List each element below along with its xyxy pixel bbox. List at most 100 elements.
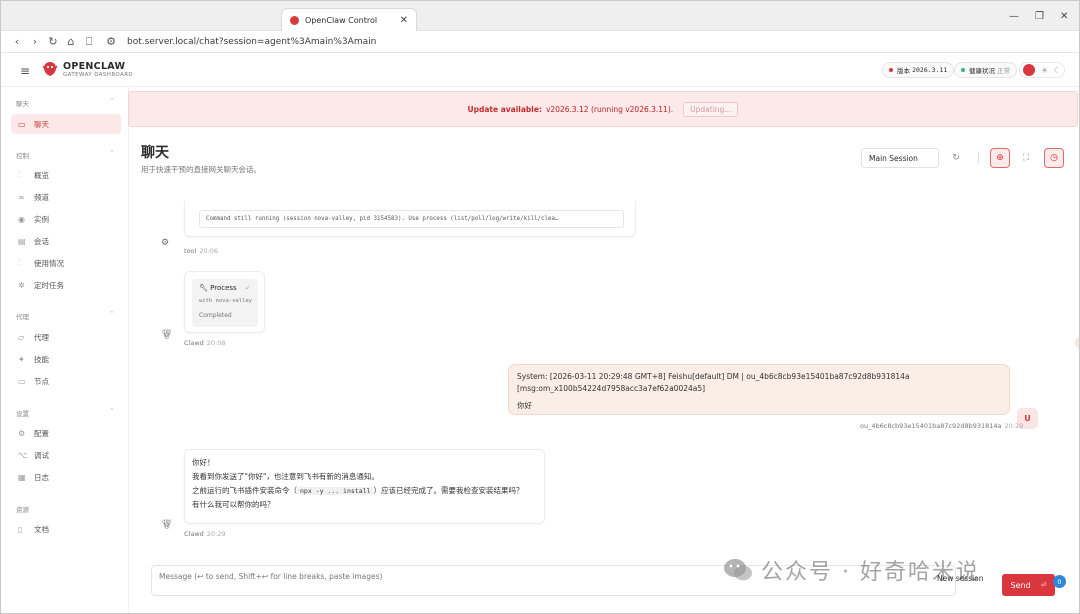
process-meta: Clawd 20:08 <box>184 339 226 347</box>
refresh-icon[interactable]: ↻ <box>946 148 966 168</box>
browser-tab[interactable]: OpenClaw Control ✕ <box>281 8 417 31</box>
sidebar-item-agents[interactable]: ▱ 代理 <box>11 327 121 347</box>
wechat-logo-icon <box>724 559 752 581</box>
link-icon: ∞ <box>18 192 25 202</box>
health-dot-icon <box>961 68 965 72</box>
browser-window: OpenClaw Control ✕ — ❐ ✕ ‹ › ↻ ⌂ ⎕ ⚙ bot… <box>0 0 1080 614</box>
section-control: 控制 <box>16 152 29 160</box>
sidebar-item-label: 聊天 <box>34 119 49 129</box>
tool-output: Command still running (session nova-vall… <box>199 210 624 228</box>
session-select[interactable]: Main Session <box>861 148 939 168</box>
health-label: 健康状况 <box>969 67 995 75</box>
document-icon: ▤ <box>18 236 26 246</box>
toolbar-divider <box>978 152 979 164</box>
site-settings-icon[interactable]: ⚙ <box>103 35 119 48</box>
restore-button[interactable]: ❐ <box>1035 11 1044 22</box>
sidebar-item-nodes[interactable]: ▭ 节点 <box>11 371 121 391</box>
sidebar-item-instances[interactable]: ◉ 实例 <box>11 209 121 229</box>
health-pill: 健康状况 正常 <box>954 62 1018 78</box>
home-icon[interactable]: ⌂ <box>63 35 79 48</box>
back-icon[interactable]: ‹ <box>9 35 25 48</box>
message-time: 20:29 <box>1004 422 1024 430</box>
chevron-up-icon[interactable]: ⌃ <box>109 310 115 318</box>
assistant-meta: Clawd 20:29 <box>184 530 226 538</box>
focus-mode-icon[interactable]: ⛶ <box>1016 148 1036 168</box>
wrench-icon: 🔧︎ <box>199 284 208 292</box>
sun-icon[interactable]: ☀ <box>1041 66 1048 75</box>
sidebar-item-cron[interactable]: ✲ 定时任务 <box>11 275 121 295</box>
process-status: Completed <box>199 312 232 319</box>
assistant-message: 你好！ 我看到你发送了"你好"，也注意到飞书有新的消息通知。 之前运行的飞书插件… <box>184 449 545 524</box>
sidebar-item-sessions[interactable]: ▤ 会话 <box>11 231 121 251</box>
moon-icon[interactable]: ☾ <box>1054 66 1061 75</box>
sidebar-item-overview[interactable]: ⫶ 概览 <box>11 165 121 185</box>
sidebar-item-label: 配置 <box>34 428 49 438</box>
sidebar-item-label: 节点 <box>34 376 49 386</box>
close-window-button[interactable]: ✕ <box>1060 11 1068 22</box>
sidebar-item-usage[interactable]: ⫶ 使用情况 <box>11 253 121 273</box>
url-text[interactable]: bot.server.local/chat?session=agent%3Ama… <box>127 37 376 47</box>
sidebar-item-skills[interactable]: ✦ 技能 <box>11 349 121 369</box>
thinking-toggle-icon[interactable]: ⊕ <box>990 148 1010 168</box>
gear-icon: ⚙ <box>18 428 26 438</box>
brand-name: OPENCLAW <box>63 61 126 72</box>
enter-key-icon: ⏎ <box>1040 581 1047 589</box>
assistant-line: 你好！ <box>192 458 215 467</box>
sidebar-item-debug[interactable]: ⌥ 调试 <box>11 445 121 465</box>
folder-icon: ▱ <box>18 332 25 342</box>
chevron-up-icon[interactable]: ⌃ <box>109 97 115 105</box>
tool-message: Command still running (session nova-vall… <box>184 201 636 237</box>
section-agents: 代理 <box>16 313 29 321</box>
forward-icon[interactable]: › <box>27 35 43 48</box>
spinner-icon: ✲ <box>18 280 25 290</box>
address-bar: ‹ › ↻ ⌂ ⎕ ⚙ bot.server.local/chat?sessio… <box>1 31 1079 53</box>
history-icon[interactable]: ◷ <box>1044 148 1064 168</box>
sidebar-item-logs[interactable]: ▦ 日志 <box>11 467 121 487</box>
theme-system-icon[interactable] <box>1022 64 1035 76</box>
message-author: Clawd <box>184 530 204 538</box>
sidebar-item-label: 实例 <box>34 214 49 224</box>
reload-icon[interactable]: ↻ <box>45 35 61 48</box>
sidebar-item-config[interactable]: ⚙ 配置 <box>11 423 121 443</box>
tab-title: OpenClaw Control <box>305 15 378 25</box>
page-subtitle: 用于快速干预的直接网关聊天会话。 <box>141 165 261 174</box>
chevron-up-icon[interactable]: ⌃ <box>109 149 115 157</box>
theme-toggle[interactable]: ☀ ☾ <box>1019 62 1065 78</box>
user-line: 你好 <box>517 401 532 410</box>
updating-button[interactable]: Updating... <box>683 101 739 117</box>
version-value: 2026.3.11 <box>912 66 948 74</box>
claw-avatar-icon: 🦞︎ <box>161 330 173 340</box>
message-author: tool <box>184 247 197 255</box>
sidebar: 聊天 ⌃ ▭ 聊天 控制 ⌃ ⫶ 概览 ∞ 频道 ◉ 实例 ▤ 会话 ⫶ 使用情… <box>1 87 129 613</box>
menu-icon[interactable]: ≡ <box>20 64 30 78</box>
new-session-button[interactable]: New session <box>937 574 984 583</box>
update-title: Update available: <box>467 104 542 114</box>
tab-close-icon[interactable]: ✕ <box>400 15 408 26</box>
book-icon: ▯ <box>18 524 23 534</box>
sidebar-item-label: 定时任务 <box>34 280 64 290</box>
side-scroll-handle[interactable] <box>1075 337 1079 349</box>
sidebar-item-docs[interactable]: ▯ 文档 <box>11 519 121 539</box>
assistant-line: 之前运行的飞书插件安装命令（ npx -y ... install ）应该已经完成了… <box>192 484 537 498</box>
sidebar-item-label: 会话 <box>34 236 49 246</box>
sidebar-item-label: 文档 <box>34 524 49 534</box>
send-button[interactable]: Send ⏎ <box>1002 574 1055 596</box>
process-tool-result[interactable]: 🔧︎ Process ✓ with nova-valley Completed <box>192 279 258 327</box>
sidebar-item-channels[interactable]: ∞ 频道 <box>11 187 121 207</box>
tab-bar: OpenClaw Control ✕ — ❐ ✕ <box>1 1 1079 31</box>
sidebar-item-chat[interactable]: ▭ 聊天 <box>11 114 121 134</box>
bookmark-icon[interactable]: ⎕ <box>81 35 97 49</box>
minimize-button[interactable]: — <box>1009 11 1019 22</box>
process-title: Process <box>210 284 237 292</box>
sidebar-item-label: 频道 <box>34 192 49 202</box>
section-chat: 聊天 <box>16 100 29 108</box>
sidebar-item-label: 概览 <box>34 170 49 180</box>
assistant-text: 之前运行的飞书插件安装命令（ <box>192 486 297 495</box>
bug-icon: ⌥ <box>18 450 28 460</box>
sidebar-item-label: 使用情况 <box>34 258 64 268</box>
sidebar-item-label: 技能 <box>34 354 49 364</box>
process-header: 🔧︎ Process ✓ <box>199 284 251 292</box>
chevron-up-icon[interactable]: ⌃ <box>109 407 115 415</box>
app-header: ≡ OPENCLAW GATEWAY DASHBOARD 版本 2026.3.1… <box>1 53 1079 87</box>
inline-code: npx -y ... install <box>297 487 374 495</box>
